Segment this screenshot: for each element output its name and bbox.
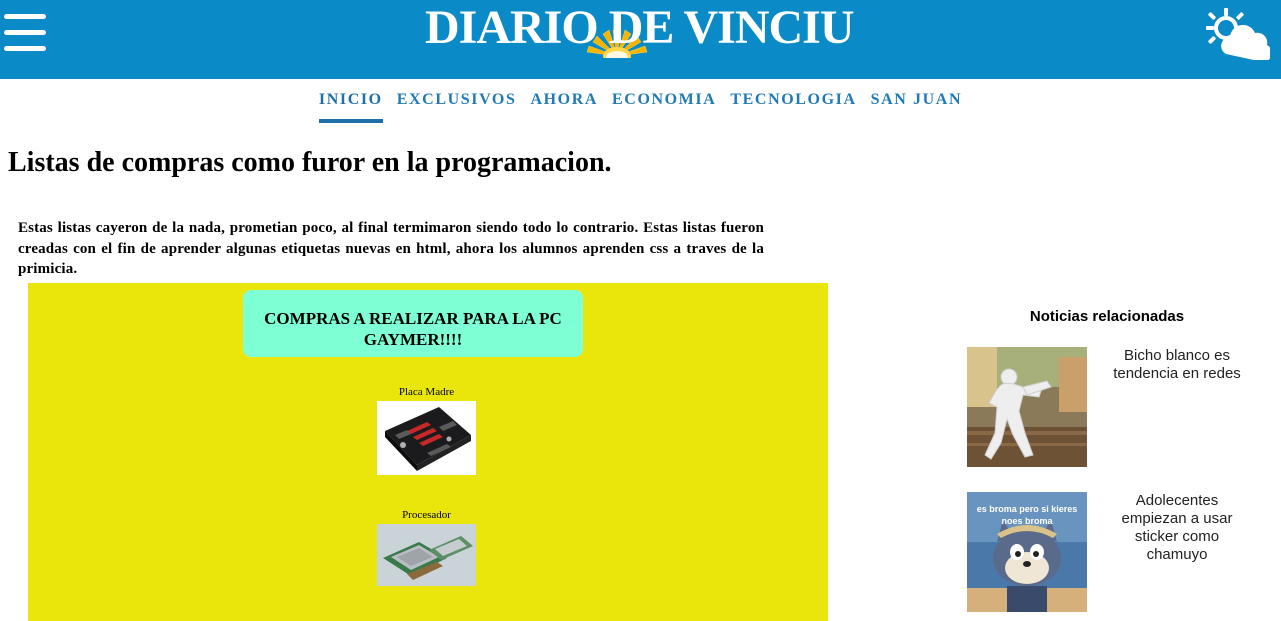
nav-item-san-juan[interactable]: SAN JUAN — [871, 91, 962, 123]
shopping-list-title: COMPRAS A REALIZAR PARA LA PC GAYMER!!!! — [243, 290, 583, 357]
related-news-text[interactable]: Bicho blanco es tendencia en redes — [1105, 347, 1249, 383]
logo-text: DIARIO DE VINCIU — [425, 1, 855, 54]
list-item-motherboard: Placa Madre — [377, 385, 476, 475]
white-figure-meme-image[interactable] — [967, 347, 1087, 467]
meme-caption: es broma pero si kieres noes broma — [976, 504, 1078, 526]
motherboard-image[interactable] — [377, 401, 476, 475]
cpu-image[interactable] — [377, 524, 476, 586]
main-nav: INICIO EXCLUSIVOS AHORA ECONOMIA TECNOLO… — [0, 91, 1281, 123]
related-news-text[interactable]: Adolecentes empiezan a usar sticker como… — [1105, 492, 1249, 564]
site-logo[interactable]: DIARIO DE VINCIU — [425, 0, 855, 60]
nav-item-tecnologia[interactable]: TECNOLOGIA — [730, 91, 856, 123]
shopping-list-box: COMPRAS A REALIZAR PARA LA PC GAYMER!!!!… — [28, 283, 828, 621]
article-title: Listas de compras como furor en la progr… — [8, 147, 612, 178]
partly-sunny-icon[interactable] — [1204, 6, 1270, 60]
article-intro: Estas listas cayeron de la nada, prometi… — [18, 220, 764, 277]
nav-item-inicio[interactable]: INICIO — [318, 91, 383, 123]
product-label: Procesador — [402, 509, 451, 521]
related-news-item[interactable]: Bicho blanco es tendencia en redes — [967, 347, 1267, 467]
related-news-title: Noticias relacionadas — [1029, 308, 1185, 325]
nav-item-exclusivos[interactable]: EXCLUSIVOS — [397, 91, 517, 123]
list-item-processor: Procesador — [377, 508, 476, 586]
header-bar: DIARIO DE VINCIU — [0, 0, 1281, 79]
nav-item-ahora[interactable]: AHORA — [530, 91, 598, 123]
nav-item-economia[interactable]: ECONOMIA — [612, 91, 716, 123]
product-label: Placa Madre — [398, 386, 455, 398]
hamburger-menu-icon[interactable] — [4, 14, 46, 52]
